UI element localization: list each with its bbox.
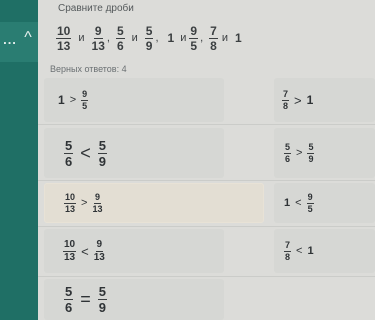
fraction: 95 xyxy=(306,191,314,214)
task-fraction: 56 xyxy=(115,23,125,53)
answer-card[interactable]: 1 > 95 xyxy=(44,78,224,122)
comparison-sign: > xyxy=(296,147,303,159)
row-divider xyxy=(38,124,375,125)
whole-number: 1 xyxy=(284,197,291,209)
answer-card[interactable]: 1 < 95 xyxy=(274,183,375,223)
task-conjunction: и xyxy=(78,32,85,44)
task-conjunction: и xyxy=(131,32,138,44)
task-comma: , xyxy=(155,32,159,44)
whole-number: 1 xyxy=(306,93,314,107)
sidebar: ... ^ xyxy=(0,0,38,320)
task-fraction: 78 xyxy=(209,23,218,53)
comparison-sign: > xyxy=(69,94,77,106)
whole-number: 1 xyxy=(58,93,65,107)
row-divider xyxy=(38,226,375,227)
fraction: 10 13 xyxy=(63,238,77,263)
fraction: 78 xyxy=(284,239,292,262)
task-statement: 10 13 и 9 13 , 56 и 59 , 1 и 95 , 78 и 1 xyxy=(56,22,245,54)
task-fraction: 10 13 xyxy=(56,23,72,53)
more-icon[interactable]: ... xyxy=(0,32,20,47)
correct-answers-count: Верных ответов: 4 xyxy=(50,64,127,74)
answer-card[interactable]: 56 > 59 xyxy=(274,128,375,178)
answer-card[interactable]: 78 < 1 xyxy=(274,229,375,273)
task-fraction: 59 xyxy=(144,23,154,53)
task-conjunction: и xyxy=(180,32,187,44)
fraction: 56 xyxy=(284,141,292,164)
fraction: 95 xyxy=(81,88,89,111)
answer-card[interactable]: 56 < 59 xyxy=(44,128,224,178)
comparison-sign: < xyxy=(80,142,91,163)
comparison-sign: > xyxy=(294,92,302,108)
answer-card[interactable]: 78 > 1 xyxy=(274,78,375,122)
task-conjunction: и xyxy=(221,32,228,44)
fraction: 59 xyxy=(307,141,315,164)
comparison-sign: < xyxy=(296,245,303,257)
task-comma: , xyxy=(106,32,110,44)
comparison-sign: < xyxy=(295,197,302,209)
task-whole-number: 1 xyxy=(167,31,175,45)
fraction: 78 xyxy=(282,88,290,111)
fraction: 10 13 xyxy=(64,191,77,214)
task-fraction: 95 xyxy=(189,23,199,53)
task-comma: , xyxy=(200,32,204,44)
fraction: 9 13 xyxy=(92,191,103,214)
fraction: 59 xyxy=(97,137,107,169)
fraction: 56 xyxy=(64,137,74,169)
answer-card-highlighted[interactable]: 10 13 > 9 13 xyxy=(44,183,264,223)
answer-card[interactable]: 10 13 < 9 13 xyxy=(44,229,224,273)
task-fraction: 9 13 xyxy=(91,23,105,53)
comparison-sign: > xyxy=(81,197,88,209)
task-whole-number: 1 xyxy=(234,31,242,45)
page-title: Сравните дроби xyxy=(58,3,134,14)
fraction: 56 xyxy=(64,284,74,315)
row-divider xyxy=(38,276,375,277)
fraction: 59 xyxy=(97,284,107,315)
chevron-up-icon[interactable]: ^ xyxy=(19,30,37,46)
comparison-sign: = xyxy=(80,289,91,309)
comparison-sign: < xyxy=(81,243,89,259)
whole-number: 1 xyxy=(307,245,314,257)
main-content: Сравните дроби 10 13 и 9 13 , 56 и 59 , 1 … xyxy=(38,0,375,320)
fraction: 9 13 xyxy=(93,238,105,263)
row-divider xyxy=(38,180,375,181)
answer-card[interactable]: 56 = 59 xyxy=(44,279,224,320)
